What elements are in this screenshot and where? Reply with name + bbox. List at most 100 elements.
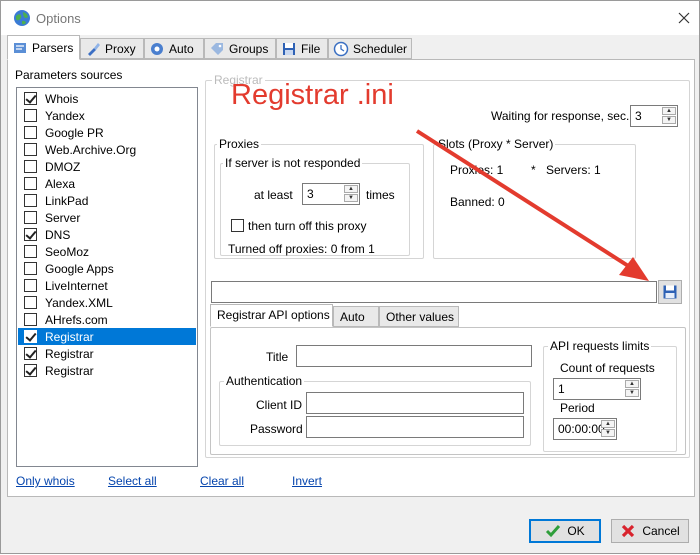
tab-auto[interactable]: Auto — [144, 38, 204, 59]
close-icon[interactable] — [675, 9, 693, 27]
item-label: DNS — [45, 227, 71, 242]
count-of-requests-value: 1 — [558, 382, 565, 396]
tab-file[interactable]: File — [276, 38, 328, 59]
list-item[interactable]: Alexa — [18, 175, 196, 192]
list-item[interactable]: DNS — [18, 226, 196, 243]
item-label: Alexa — [45, 176, 76, 191]
floppy-icon — [283, 42, 295, 55]
only-whois-link[interactable]: Only whois — [16, 474, 75, 488]
turn-off-proxy-checkbox[interactable] — [231, 219, 244, 232]
tab-parsers[interactable]: Parsers — [7, 35, 80, 60]
checkbox[interactable] — [24, 330, 37, 343]
checkbox[interactable] — [24, 279, 37, 292]
checkbox[interactable] — [24, 262, 37, 275]
subtab-registrar-api-options[interactable]: Registrar API options — [210, 304, 333, 327]
brush-icon — [88, 42, 100, 56]
checkbox[interactable] — [24, 92, 37, 105]
at-least-value: 3 — [307, 187, 314, 201]
api-limits-group: API requests limits Count of requests 1 … — [543, 339, 677, 452]
checkbox[interactable] — [24, 126, 37, 139]
checkbox[interactable] — [24, 245, 37, 258]
period-spinner[interactable]: 00:00:00 ▲ ▼ — [553, 418, 617, 440]
cancel-button[interactable]: Cancel — [611, 519, 689, 543]
clear-all-link[interactable]: Clear all — [200, 474, 244, 488]
waiting-spinner[interactable]: 3 ▲ ▼ — [630, 105, 678, 127]
list-item[interactable]: Registrar — [18, 328, 196, 345]
client-id-label: Client ID — [256, 398, 303, 412]
checkbox[interactable] — [24, 364, 37, 377]
checkbox[interactable] — [24, 177, 37, 190]
checkbox[interactable] — [24, 109, 37, 122]
invert-link[interactable]: Invert — [292, 474, 322, 488]
item-label: SeoMoz — [45, 244, 90, 259]
list-item[interactable]: Whois — [18, 90, 196, 107]
spin-up-icon[interactable]: ▲ — [662, 107, 676, 115]
spin-down-icon[interactable]: ▼ — [601, 429, 615, 437]
subtab-auto[interactable]: Auto — [333, 306, 379, 327]
list-item[interactable]: Google PR — [18, 124, 196, 141]
ok-button[interactable]: OK — [529, 519, 601, 543]
list-item[interactable]: DMOZ — [18, 158, 196, 175]
ini-path-input[interactable] — [211, 281, 657, 303]
list-item[interactable]: Server — [18, 209, 196, 226]
password-input[interactable] — [306, 416, 524, 438]
checkbox[interactable] — [24, 347, 37, 360]
at-least-spinner[interactable]: 3 ▲ ▼ — [302, 183, 360, 205]
list-item[interactable]: Registrar — [18, 362, 196, 379]
subtab-other-values[interactable]: Other values — [379, 306, 459, 327]
list-item[interactable]: Yandex.XML — [18, 294, 196, 311]
item-label: Google Apps — [45, 261, 114, 276]
list-item[interactable]: SeoMoz — [18, 243, 196, 260]
spin-up-icon[interactable]: ▲ — [344, 185, 358, 193]
item-label: Google PR — [45, 125, 104, 140]
turned-off-proxies-text: Turned off proxies: 0 from 1 — [228, 242, 375, 256]
at-least-label: at least — [254, 188, 293, 202]
tags-icon — [211, 42, 223, 55]
checkbox[interactable] — [24, 211, 37, 224]
select-all-link[interactable]: Select all — [108, 474, 157, 488]
turn-off-proxy-label: then turn off this proxy — [248, 219, 367, 233]
spin-down-icon[interactable]: ▼ — [625, 389, 639, 397]
list-item[interactable]: Google Apps — [18, 260, 196, 277]
slots-proxies-text: Proxies: 1 — [450, 163, 504, 177]
banned-text: Banned: 0 — [450, 195, 505, 209]
spin-up-icon[interactable]: ▲ — [625, 380, 639, 388]
spin-up-icon[interactable]: ▲ — [601, 420, 615, 428]
list-item[interactable]: AHrefs.com — [18, 311, 196, 328]
item-label: DMOZ — [45, 159, 81, 174]
sources-list[interactable]: Whois Yandex Google PR Web.Archive.Org D… — [16, 87, 198, 467]
item-label: AHrefs.com — [45, 312, 108, 327]
checkbox[interactable] — [24, 194, 37, 207]
authentication-group: Authentication Client ID Password — [219, 374, 531, 446]
checkbox[interactable] — [24, 143, 37, 156]
tab-groups[interactable]: Groups — [204, 38, 276, 59]
client-id-input[interactable] — [306, 392, 524, 414]
checkbox[interactable] — [24, 228, 37, 241]
slots-label: Slots (Proxy * Server) — [436, 137, 556, 151]
title-input[interactable] — [296, 345, 532, 367]
browse-button[interactable] — [658, 280, 682, 304]
list-item[interactable]: LiveInternet — [18, 277, 196, 294]
tab-scheduler[interactable]: Scheduler — [328, 38, 412, 59]
list-item[interactable]: Registrar — [18, 345, 196, 362]
spin-down-icon[interactable]: ▼ — [662, 116, 676, 124]
slots-servers-text: Servers: 1 — [546, 163, 601, 177]
list-item[interactable]: Web.Archive.Org — [18, 141, 196, 158]
item-label: Server — [45, 210, 81, 225]
list-item[interactable]: Yandex — [18, 107, 196, 124]
list-item[interactable]: LinkPad — [18, 192, 196, 209]
proxies-label: Proxies — [217, 137, 262, 151]
checkbox[interactable] — [24, 313, 37, 326]
tab-label: Scheduler — [353, 41, 408, 56]
authentication-label: Authentication — [224, 374, 305, 388]
item-label: LiveInternet — [45, 278, 108, 293]
times-label: times — [366, 188, 395, 202]
spin-down-icon[interactable]: ▼ — [344, 194, 358, 202]
count-of-requests-spinner[interactable]: 1 ▲ ▼ — [553, 378, 641, 400]
tab-proxy[interactable]: Proxy — [80, 38, 144, 59]
password-label: Password — [250, 422, 303, 436]
title-bar: Options — [1, 1, 699, 35]
checkbox[interactable] — [24, 160, 37, 173]
checkbox[interactable] — [24, 296, 37, 309]
count-of-requests-label: Count of requests — [560, 361, 655, 375]
